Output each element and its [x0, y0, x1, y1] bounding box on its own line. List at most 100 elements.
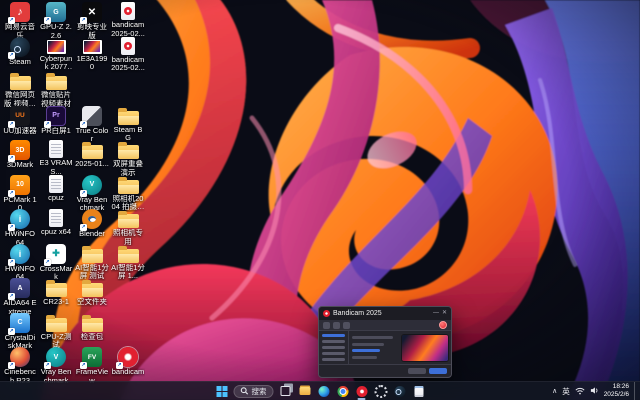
steam-icon: ↗	[10, 37, 30, 57]
desktop-icon-label: UU加速器	[3, 127, 37, 136]
taskbar-apps	[278, 383, 427, 399]
minimize-button[interactable]: —	[433, 307, 439, 320]
search-icon	[241, 387, 249, 395]
desktop-icon[interactable]: ↗Steam	[3, 37, 37, 67]
sidebar-menu-item[interactable]	[322, 352, 345, 355]
desktop-icon-label: 3DMark	[3, 161, 37, 170]
desktop-icon[interactable]: AI智能1分屏 测试	[75, 244, 109, 281]
desktop-icon-label: cpuz x64	[39, 228, 73, 237]
doc-icon	[49, 140, 63, 158]
edge-taskbar-button[interactable]	[316, 383, 332, 399]
volume-icon[interactable]	[590, 382, 599, 400]
screen-record-mode-icon[interactable]	[323, 322, 330, 329]
shortcut-arrow-icon: ↗	[8, 293, 15, 300]
folder-icon	[82, 249, 103, 263]
desktop-icon[interactable]: 照相机专用	[111, 209, 145, 246]
desktop-icon[interactable]: ✚↗CrossMark	[39, 244, 73, 282]
notepad-taskbar-button[interactable]	[411, 383, 427, 399]
desktop-icon[interactable]: i↗HWiNFO64	[3, 244, 37, 282]
search-box[interactable]: 搜索	[234, 385, 274, 398]
frameview-icon: FV↗	[82, 347, 102, 367]
sidebar-menu-item[interactable]	[322, 346, 345, 349]
clock[interactable]: 18:26 2025/2/6	[604, 383, 629, 399]
desktop-icon[interactable]: UU↗UU加速器	[3, 106, 37, 136]
bandicam-window[interactable]: Bandicam 2025 — ✕	[318, 306, 452, 378]
desktop-icon[interactable]: V↗Vray Benchmark	[39, 347, 73, 385]
desktop-icon[interactable]: 微信贴片 视频素材	[39, 71, 73, 108]
footer-primary-button[interactable]	[429, 368, 447, 374]
desktop-icon[interactable]: 微信网页版 视频演示	[3, 71, 37, 108]
sidebar-menu-item[interactable]	[322, 334, 345, 337]
icon-glyph: ♪	[17, 6, 23, 18]
close-button[interactable]: ✕	[442, 307, 447, 320]
desktop-icon[interactable]: A↗AIDA64 Extreme	[3, 278, 37, 316]
desktop-icon[interactable]: ✕↗剪映专业版	[75, 2, 109, 40]
link-line[interactable]	[352, 349, 380, 352]
settings-text-lines	[352, 334, 398, 361]
icon-glyph: ✕	[88, 7, 96, 18]
icon-glyph: i	[19, 249, 22, 259]
desktop-icon[interactable]: cpuz	[39, 175, 73, 203]
bandicam-logo-icon	[323, 310, 330, 317]
pcmark-icon: 10↗	[10, 175, 30, 195]
desktop-icon[interactable]: CPU-Z测试	[39, 313, 73, 350]
explorer-taskbar-button[interactable]	[297, 383, 313, 399]
desktop-icon[interactable]: bandicam 2025-02...	[111, 37, 145, 73]
sidebar-menu-item[interactable]	[322, 358, 345, 361]
icon-glyph: C	[17, 319, 22, 326]
steam-taskbar-button[interactable]	[392, 383, 408, 399]
wifi-icon[interactable]	[575, 382, 585, 400]
desktop-icon[interactable]: bandicam 2025-02...	[111, 2, 145, 38]
desktop-icon[interactable]: Pr↗PR白屏1	[39, 106, 73, 136]
window-content	[349, 331, 451, 364]
footer-button[interactable]	[408, 368, 426, 374]
settings-taskbar-button[interactable]	[373, 383, 389, 399]
shortcut-arrow-icon: ↗	[80, 17, 87, 24]
desktop-icon[interactable]: G↗GPU-Z 2.2.6	[39, 2, 73, 40]
device-record-mode-icon[interactable]	[343, 322, 350, 329]
desktop-icon[interactable]: ♪↗网易云音乐	[3, 2, 37, 40]
start-button[interactable]	[214, 383, 230, 399]
vray-icon: V↗	[82, 175, 102, 195]
desktop-icon[interactable]: V↗Vray Benchmark	[75, 175, 109, 213]
desktop-icon[interactable]: 检查包	[75, 313, 109, 342]
folder-icon	[118, 249, 139, 263]
desktop-icon[interactable]: 1E3A1990	[75, 37, 109, 72]
desktop-icon[interactable]: C↗CrystalDiskMark	[3, 313, 37, 351]
crossmark-icon: ✚↗	[46, 244, 66, 264]
desktop-icon[interactable]: 10↗PCMark 10	[3, 175, 37, 213]
sidebar-menu-item[interactable]	[322, 340, 345, 343]
icon-glyph: ✚	[52, 248, 60, 259]
desktop-icon[interactable]: 双屏重叠 演示	[111, 140, 145, 177]
ime-language-indicator[interactable]: 英	[562, 386, 570, 397]
folder-icon	[46, 283, 67, 297]
icon-glyph: V	[90, 181, 95, 188]
desktop-icon[interactable]: ↗True Color	[75, 106, 109, 144]
desktop-icon[interactable]: 3D↗3DMark	[3, 140, 37, 170]
window-titlebar[interactable]: Bandicam 2025 — ✕	[319, 307, 451, 320]
desktop-icon[interactable]: ↗bandicam	[111, 347, 145, 377]
taskview-taskbar-button[interactable]	[278, 383, 294, 399]
game-record-mode-icon[interactable]	[333, 322, 340, 329]
desktop-icon[interactable]: AI智能1分屏 1...	[111, 244, 145, 281]
desktop-icon[interactable]: 空文件夹	[75, 278, 109, 307]
uu-icon: UU↗	[10, 106, 30, 126]
chrome-taskbar-button[interactable]	[335, 383, 351, 399]
desktop-icon[interactable]: 照相机2004 拍摄专用	[111, 175, 145, 212]
desktop-icon[interactable]: Cyberpunk 2077 (C) 2...	[39, 37, 73, 72]
shortcut-arrow-icon: ↗	[44, 362, 51, 369]
desktop-icon[interactable]: FV↗FrameView	[75, 347, 109, 385]
desktop-icon[interactable]: ↗Blender	[75, 209, 109, 239]
desktop-icon[interactable]: Steam BG	[111, 106, 145, 143]
desktop-icon[interactable]: ↗Cinebench R23	[3, 347, 37, 385]
desktop-icon[interactable]: 2025-01...	[75, 140, 109, 169]
icon-glyph: V	[54, 354, 59, 361]
desktop-icon[interactable]: E3 VRAMS...	[39, 140, 73, 176]
bandicam-taskbar-button[interactable]	[354, 383, 370, 399]
show-desktop-button[interactable]	[634, 382, 637, 400]
record-button[interactable]	[439, 321, 447, 329]
tray-overflow-chevron-icon[interactable]: ∧	[552, 388, 557, 395]
desktop-icon[interactable]: cpuz x64	[39, 209, 73, 237]
desktop-icon[interactable]: i↗HWiNFO64	[3, 209, 37, 247]
desktop-icon[interactable]: CR23-1	[39, 278, 73, 307]
